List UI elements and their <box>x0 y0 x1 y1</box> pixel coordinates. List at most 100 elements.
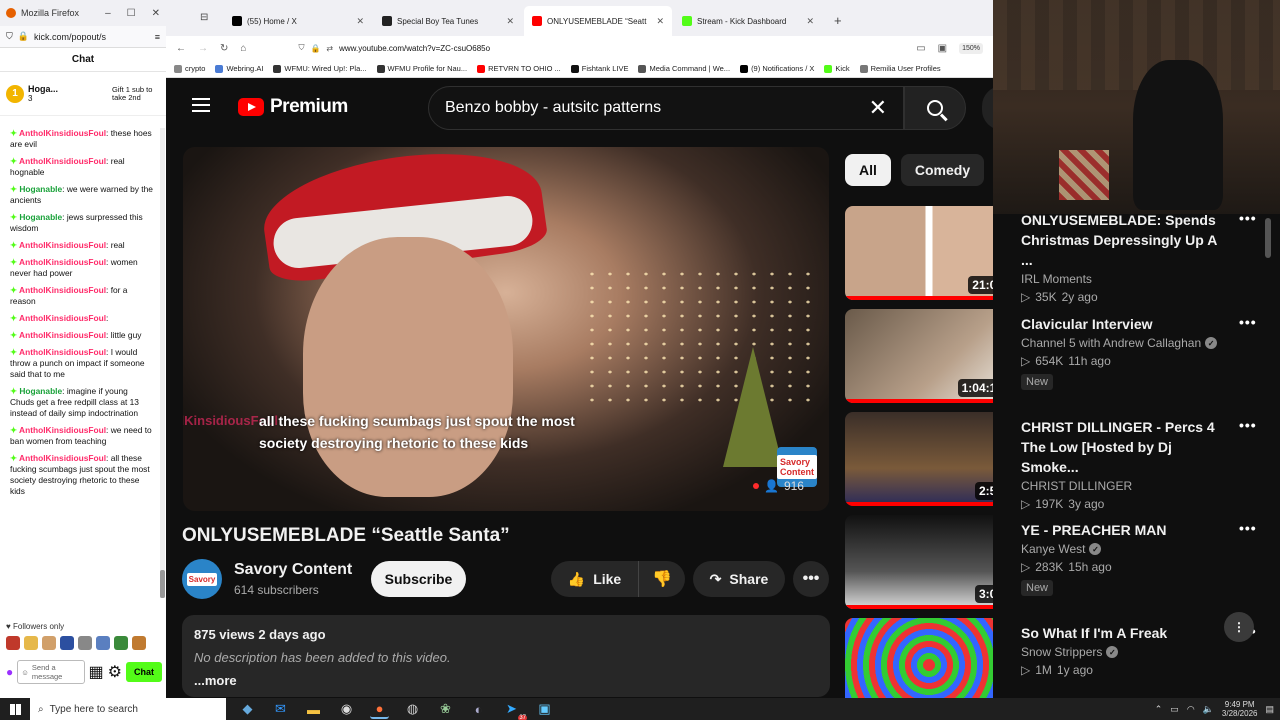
share-button[interactable]: ↷ Share <box>693 561 785 597</box>
video-thumbnail[interactable]: 21:02 <box>845 206 993 300</box>
search-button[interactable] <box>904 86 966 130</box>
url-bar[interactable]: ⛉ 🔒 ⇄ www.youtube.com/watch?v=ZC-csuO685… <box>258 38 904 58</box>
bookmark-item[interactable]: WFMU Profile for Nau... <box>376 64 467 73</box>
app-icon[interactable]: ◍ <box>403 700 422 719</box>
chat-username[interactable]: Hoganable <box>19 212 62 222</box>
chat-username[interactable]: AntholKinsidiousFoul <box>19 240 106 250</box>
tab-close-icon[interactable]: ✕ <box>506 16 514 27</box>
recommendation-item[interactable]: CHRIST DILLINGER - Percs 4 The Low [Host… <box>1021 417 1261 511</box>
wifi-icon[interactable]: ◠ <box>1187 704 1195 715</box>
steam-icon[interactable]: ◐ <box>469 700 488 719</box>
volume-icon[interactable]: 🔈 <box>1203 704 1214 715</box>
channel-avatar[interactable]: Savory <box>182 559 222 599</box>
tab-list-icon[interactable]: ⊟ <box>200 12 208 23</box>
recommendation-channel[interactable]: IRL Moments <box>1021 272 1261 286</box>
video-player[interactable]: AntholKinsidiousFoul all these fucking s… <box>183 147 829 511</box>
chat-username[interactable]: AntholKinsidiousFoul <box>19 128 106 138</box>
microphone-icon[interactable]: ● <box>6 665 13 679</box>
more-options-icon[interactable]: ••• <box>1239 210 1257 226</box>
youtube-premium-logo[interactable]: Premium <box>238 96 348 118</box>
chat-username[interactable]: AntholKinsidiousFoul <box>19 156 106 166</box>
bookmark-item[interactable]: Webring.AI <box>215 64 263 73</box>
emote[interactable] <box>78 636 92 650</box>
network-icon[interactable]: ▭ <box>1170 704 1179 715</box>
taskbar-search[interactable]: ⌕ Type here to search <box>30 698 226 720</box>
store-icon[interactable]: ▦ <box>89 662 104 682</box>
new-tab-button[interactable]: + <box>824 13 852 36</box>
emote[interactable] <box>132 636 146 650</box>
emote[interactable] <box>42 636 56 650</box>
menu-icon[interactable]: ≡ <box>155 32 160 42</box>
recommendation-title[interactable]: Clavicular Interview <box>1021 314 1226 334</box>
clock[interactable]: 9:49 PM 3/28/2026 <box>1222 700 1258 718</box>
back-icon[interactable]: ← <box>176 43 186 54</box>
tab-close-icon[interactable]: ✕ <box>656 16 664 27</box>
reload-icon[interactable]: ↻ <box>220 43 228 54</box>
chevron-up-icon[interactable]: ⌃ <box>1155 704 1163 715</box>
recommendation-channel[interactable]: Kanye West ✓ <box>1021 542 1261 556</box>
like-button[interactable]: 👍 Like <box>551 561 639 597</box>
emote[interactable] <box>114 636 128 650</box>
sidebar-scrollbar[interactable] <box>1263 214 1273 698</box>
chat-username[interactable]: AntholKinsidiousFoul <box>19 453 106 463</box>
file-explorer-icon[interactable]: ▬ <box>304 700 323 719</box>
hovered-more-button[interactable]: ⋮ <box>1224 612 1254 642</box>
voice-search-button[interactable] <box>982 86 993 130</box>
chat-username[interactable]: AntholKinsidiousFoul <box>19 257 106 267</box>
chat-username[interactable]: AntholKinsidiousFoul <box>19 285 106 295</box>
video-thumbnail[interactable]: 2:50 <box>845 412 993 506</box>
recommendation-channel[interactable]: Snow Strippers ✓ <box>1021 645 1261 659</box>
bookmark-item[interactable]: Media Command | We... <box>638 64 730 73</box>
chat-username[interactable]: AntholKinsidiousFoul <box>19 313 106 323</box>
zoom-level[interactable]: 150% <box>959 42 983 54</box>
close-icon[interactable]: ✕ <box>152 8 160 19</box>
video-thumbnail[interactable]: 1:04:15 <box>845 309 993 403</box>
start-button[interactable] <box>0 698 30 720</box>
recommendation-item[interactable]: YE - PREACHER MAN Kanye West ✓ ▷ 283K 15h ago… <box>1021 520 1261 596</box>
app-icon[interactable]: ▣ <box>535 700 554 719</box>
tab-close-icon[interactable]: ✕ <box>806 16 814 27</box>
clear-search-icon[interactable]: ✕ <box>869 95 887 121</box>
reader-icon[interactable]: ▭ <box>916 43 925 54</box>
gift-sub-prompt[interactable]: Gift 1 sub to take 2nd <box>112 85 160 102</box>
chat-username[interactable]: Hoganable <box>19 184 62 194</box>
emote[interactable] <box>60 636 74 650</box>
chat-username[interactable]: AntholKinsidiousFoul <box>19 425 106 435</box>
recommendation-channel[interactable]: Channel 5 with Andrew Callaghan ✓ <box>1021 336 1261 350</box>
browser-tab[interactable]: ONLYUSEMEBLADE “Seatt ✕ <box>524 6 672 36</box>
home-icon[interactable]: ⌂ <box>240 43 246 54</box>
chat-input[interactable]: ☺ Send a message <box>17 660 85 684</box>
pinned-gift-banner[interactable]: 1 Hoga... 3 Gift 1 sub to take 2nd <box>0 72 166 116</box>
chat-username[interactable]: Hoganable <box>19 386 62 396</box>
recommendation-title[interactable]: So What If I'm A Freak <box>1021 623 1226 643</box>
recommendation-item[interactable]: Clavicular Interview Channel 5 with Andre… <box>1021 314 1261 390</box>
browser-tab[interactable]: Special Boy Tea Tunes ✕ <box>374 6 522 36</box>
recommendation-item[interactable]: ONLYUSEMEBLADE: Spends Christmas Depress… <box>1021 210 1261 304</box>
firefox-icon[interactable]: ● <box>370 700 389 719</box>
hamburger-menu-icon[interactable] <box>192 98 210 112</box>
browser-tab[interactable]: Stream - Kick Dashboard ✕ <box>674 6 822 36</box>
telegram-icon[interactable]: ➤ 37 <box>502 700 527 720</box>
bookmark-item[interactable]: WFMU: Wired Up!: Pla... <box>273 64 367 73</box>
bookmark-item[interactable]: Remilia User Profiles <box>859 64 941 73</box>
filter-chip[interactable]: All <box>845 154 891 186</box>
bookmark-item[interactable]: RETVRN TO OHIO ... <box>477 64 561 73</box>
chat-username[interactable]: AntholKinsidiousFoul <box>19 330 106 340</box>
bookmark-star-icon[interactable]: ▣ <box>938 43 947 54</box>
recommendation-title[interactable]: ONLYUSEMEBLADE: Spends Christmas Depress… <box>1021 210 1226 270</box>
more-actions-button[interactable]: ••• <box>793 561 829 597</box>
settings-icon[interactable]: ⚙ <box>108 662 122 682</box>
video-thumbnail[interactable]: 3:02 <box>845 515 993 609</box>
maximize-icon[interactable]: ☐ <box>127 8 136 19</box>
channel-name[interactable]: Savory Content <box>234 561 352 579</box>
app-icon[interactable]: ❀ <box>436 700 455 719</box>
emoji-icon[interactable]: ☺ <box>21 668 29 677</box>
browser-tab[interactable]: (55) Home / X ✕ <box>224 6 372 36</box>
bookmark-item[interactable]: (9) Notifications / X <box>740 64 814 73</box>
show-more-link[interactable]: ...more <box>194 673 818 688</box>
more-options-icon[interactable]: ••• <box>1239 314 1257 330</box>
dislike-button[interactable]: 👎 <box>639 561 685 597</box>
bookmark-item[interactable]: Kick <box>824 64 850 73</box>
copilot-icon[interactable]: ◆ <box>238 700 257 719</box>
emote[interactable] <box>96 636 110 650</box>
